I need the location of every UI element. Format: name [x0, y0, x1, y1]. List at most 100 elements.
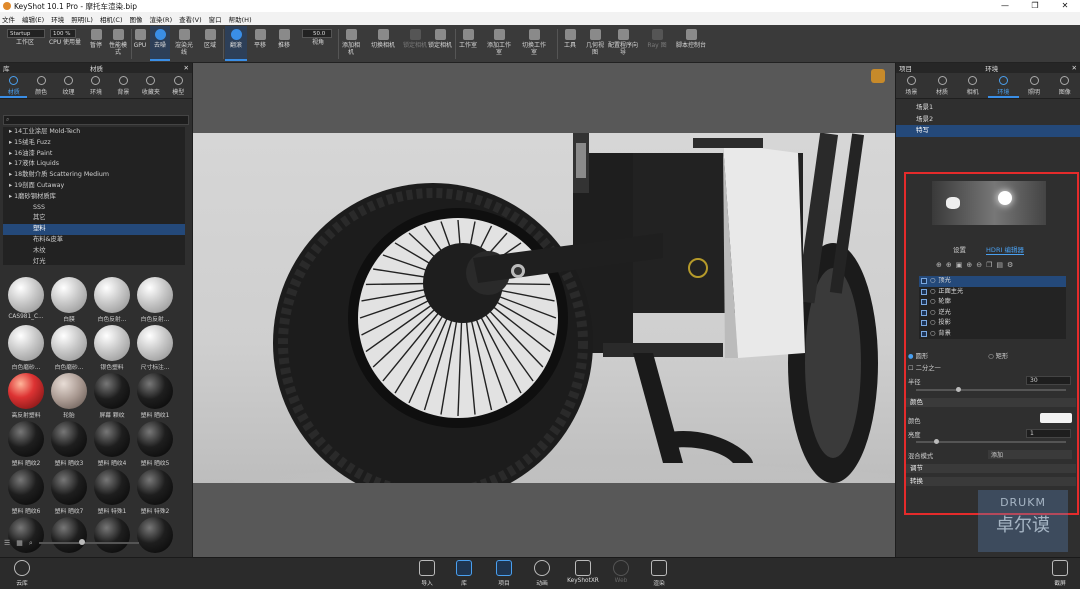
visibility-checkbox[interactable] — [921, 309, 927, 316]
region-button[interactable]: 区域 — [199, 26, 221, 61]
tab-textures[interactable]: 纹理 — [55, 73, 82, 98]
tab-hdri-editor[interactable]: HDRI 编辑器 — [986, 244, 1024, 255]
material-thumbnail[interactable]: 塑料 晒纹2 — [5, 419, 47, 467]
switch-camera-button[interactable]: 切换相机 — [371, 26, 395, 61]
render-viewport[interactable] — [193, 63, 895, 557]
material-thumbnail[interactable]: 白色反射... — [134, 275, 176, 323]
material-thumbnail[interactable]: 屏幕 颗纹 — [91, 371, 133, 419]
add-image-icon[interactable]: ▣ — [956, 261, 963, 269]
tab-lighting[interactable]: 照明 — [1019, 73, 1050, 98]
tree-item[interactable]: ▸ 17液体 Liquids — [3, 159, 185, 170]
settings-icon[interactable]: ⚙ — [1007, 261, 1013, 269]
circle-radio[interactable]: ● 圆形 — [908, 351, 928, 360]
tab-models[interactable]: 模型 — [165, 73, 192, 98]
add-light-icon[interactable]: ⊕ — [946, 261, 952, 269]
rectangle-radio[interactable]: ○ 矩形 — [988, 351, 1008, 360]
color-swatch[interactable] — [1040, 413, 1072, 423]
ray-view-button[interactable]: Ray 图 — [644, 26, 670, 61]
visibility-checkbox[interactable] — [921, 299, 927, 306]
list-item[interactable]: 特写 — [896, 125, 1080, 137]
close-button[interactable]: ✕ — [1050, 0, 1080, 12]
project-button[interactable]: 项目 — [490, 560, 518, 587]
keyshotxr-button[interactable]: KeyShotXR — [566, 560, 600, 584]
render-button[interactable]: 渲染 — [645, 560, 673, 587]
geometry-view-button[interactable]: 几何视图 — [584, 26, 606, 61]
material-thumbnail[interactable]: 白膜 — [48, 275, 90, 323]
tree-item[interactable]: 其它 — [3, 213, 185, 224]
tab-colors[interactable]: 颜色 — [27, 73, 54, 98]
hdri-layer-row[interactable]: ○ 逆光 — [919, 308, 1066, 319]
tab-environments[interactable]: 环境 — [82, 73, 109, 98]
tree-item[interactable]: ▸ 1磨砂钢材质库 — [3, 192, 185, 203]
tab-material[interactable]: 材质 — [927, 73, 958, 98]
visibility-checkbox[interactable] — [921, 330, 927, 337]
panel-close-icon[interactable]: ✕ — [184, 64, 189, 72]
add-light-icon[interactable]: ⊕ — [966, 261, 972, 269]
blend-mode-select[interactable]: 添加 — [988, 450, 1072, 459]
brightness-input[interactable]: 1 — [1026, 429, 1071, 438]
library-button[interactable]: 库 — [450, 560, 478, 587]
denoise-button[interactable]: 去噪 — [150, 26, 170, 61]
visibility-checkbox[interactable] — [921, 288, 927, 295]
menu-help[interactable]: 帮助(H) — [229, 14, 252, 24]
render-settings-icon[interactable] — [871, 69, 885, 83]
radius-slider[interactable] — [916, 387, 1066, 392]
tab-scene[interactable]: 场景 — [896, 73, 927, 98]
animation-button[interactable]: 动画 — [528, 560, 556, 587]
list-item[interactable]: 场景2 — [896, 114, 1080, 126]
import-button[interactable]: 导入 — [413, 560, 441, 587]
add-studio-button[interactable]: 添加工作室 — [486, 26, 512, 61]
cloud-library-button[interactable]: 云库 — [8, 560, 36, 587]
adjust-section-header[interactable]: 调节 — [906, 464, 1076, 473]
performance-mode-button[interactable]: 性能模式 — [107, 26, 129, 61]
hdri-layer-row[interactable]: ○ 轮廓 — [919, 297, 1066, 308]
zoom-icon[interactable]: ⌕ — [29, 539, 33, 548]
menu-environment[interactable]: 环境 — [51, 14, 64, 24]
tree-item[interactable]: 木纹 — [3, 246, 185, 257]
pan-button[interactable]: 平移 — [249, 26, 271, 61]
material-thumbnail[interactable]: 塑料 晒纹1 — [134, 371, 176, 419]
hdri-layer-row[interactable]: ○ 顶光 — [919, 276, 1066, 287]
material-thumbnail[interactable]: 白色磨砂... — [5, 323, 47, 371]
material-thumbnail[interactable]: CAS981_C... — [5, 275, 47, 323]
duplicate-icon[interactable]: ❐ — [986, 261, 992, 269]
tree-item[interactable]: 塑料 — [3, 224, 185, 235]
material-thumbnail[interactable]: 尺寸标注... — [134, 323, 176, 371]
zoom-select[interactable]: 100 % — [50, 29, 76, 38]
tree-item[interactable]: ▸ 19剖面 Cutaway — [3, 181, 185, 192]
grid-view-icon[interactable]: ▦ — [16, 539, 23, 547]
hdri-layer-row[interactable]: ○ 正面主光 — [919, 287, 1066, 298]
brightness-slider[interactable] — [916, 439, 1066, 444]
tab-settings[interactable]: 设置 — [953, 244, 966, 255]
tree-item[interactable]: 布料&皮革 — [3, 235, 185, 246]
material-thumbnail[interactable]: 塑料 晒纹7 — [48, 467, 90, 515]
lock-camera-button-2[interactable]: 锁定相机 — [428, 26, 452, 61]
hdri-layer-row[interactable]: ○ 投影 — [919, 318, 1066, 329]
radius-input[interactable]: 30 — [1026, 376, 1071, 385]
material-thumbnail[interactable]: 塑料 晒纹6 — [5, 467, 47, 515]
tab-camera[interactable]: 相机 — [957, 73, 988, 98]
material-thumbnail[interactable]: 塑料 特殊2 — [134, 467, 176, 515]
folder-icon[interactable]: ▤ — [996, 261, 1003, 269]
library-search-input[interactable]: ⌕ — [3, 115, 189, 125]
configurator-wizard-button[interactable]: 配置程序向导 — [607, 26, 639, 61]
menu-window[interactable]: 窗口 — [209, 14, 222, 24]
material-thumbnail[interactable]: 高反射塑料 — [5, 371, 47, 419]
menu-image[interactable]: 图像 — [130, 14, 143, 24]
add-light-icon[interactable]: ⊕ — [936, 261, 942, 269]
menu-camera[interactable]: 相机(C) — [100, 14, 123, 24]
slider-handle[interactable] — [78, 539, 85, 545]
material-thumbnail[interactable]: 塑料 晒纹3 — [48, 419, 90, 467]
tab-favorites[interactable]: 收藏夹 — [137, 73, 164, 98]
studio-button[interactable]: 工作室 — [456, 26, 480, 61]
list-view-icon[interactable]: ☰ — [4, 539, 10, 547]
thumbnail-size-slider[interactable] — [38, 539, 139, 545]
maximize-button[interactable]: ❐ — [1020, 0, 1050, 12]
color-section-header[interactable]: 颜色 — [906, 398, 1076, 407]
tools-button[interactable]: 工具 — [559, 26, 581, 61]
menu-render[interactable]: 渲染(R) — [150, 14, 173, 24]
material-thumbnail[interactable]: 银色塑料 — [91, 323, 133, 371]
gpu-button[interactable]: GPU — [132, 26, 148, 61]
tab-backplates[interactable]: 背景 — [110, 73, 137, 98]
menu-view[interactable]: 查看(V) — [179, 14, 202, 24]
